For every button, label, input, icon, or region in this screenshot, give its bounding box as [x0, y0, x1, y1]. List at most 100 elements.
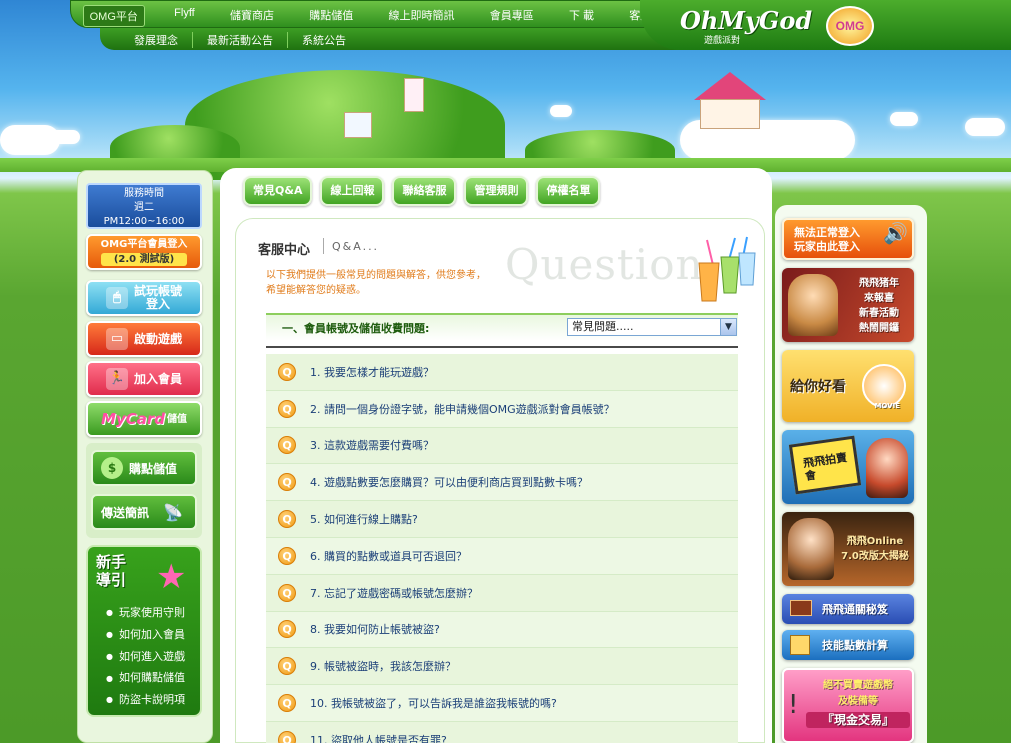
buy-points-button[interactable]: $ 購點儲值 [91, 450, 197, 486]
nav-instant-message[interactable]: 線上即時簡訊 [382, 5, 460, 27]
intro-line1: 以下我們提供一般常見的問題與解答，供您參考， [266, 270, 486, 281]
sub-nav-bar: 發展理念 最新活動公告 系統公告 [100, 28, 700, 50]
question-icon: Q [278, 436, 296, 455]
faq-question[interactable]: 6. 購買的點數或道具可否退回？ [310, 548, 467, 564]
chevron-down-icon[interactable]: ▼ [720, 319, 736, 335]
nav-member-area[interactable]: 會員專區 [484, 5, 540, 27]
platform-login-version: (2.0 測試版) [100, 253, 188, 266]
faq-item[interactable]: Q 1. 我要怎樣才能玩遊戲？ [266, 354, 738, 391]
section-divider [266, 346, 738, 348]
platform-login-button[interactable]: OMG平台會員登入 (2.0 測試版) [86, 234, 202, 270]
character-portrait [788, 518, 834, 580]
start-game-button[interactable]: ▭ 啟動遊戲 [86, 321, 202, 357]
page-title: 客服中心 [258, 243, 311, 258]
guide-item-anti-theft[interactable]: 防盜卡說明項 [106, 689, 185, 711]
faq-question[interactable]: 4. 遊戲點數要怎麼購買？可以由便利商店買到點數卡嗎？ [310, 474, 588, 490]
speaker-icon: 🔊 [883, 221, 908, 245]
running-person-icon: 🏃 [105, 368, 128, 390]
update-reveal-banner[interactable]: 飛飛Online 7.0改版大揭秘 [782, 512, 914, 586]
auction-banner[interactable]: 飛飛拍賣會 [782, 430, 914, 504]
monitor-icon: ▭ [105, 328, 128, 350]
no-cash-trade-banner[interactable]: ! 絕不買賣遊戲幣 及裝備等 『現金交易』 [782, 668, 914, 743]
faq-item[interactable]: Q 10. 我帳號被盜了，可以告訴我是誰盜我帳號的嗎? [266, 685, 738, 722]
banner1-line1: 飛飛猪年 [859, 278, 899, 289]
book-icon [790, 600, 812, 616]
nav-flyff[interactable]: Flyff [168, 5, 201, 27]
movie-banner[interactable]: 給你好看 MOVIE [782, 350, 914, 422]
tab-faq[interactable]: 常見Q&A [243, 176, 313, 206]
platform-login-label: OMG平台會員登入 [100, 239, 188, 250]
faq-question[interactable]: 9. 帳號被盜時，我該怎麼辦？ [310, 658, 456, 674]
walkthrough-button[interactable]: 飛飛通關秘笈 [782, 594, 914, 624]
question-icon: Q [278, 620, 296, 639]
mycard-button[interactable]: MyCard 儲值 [86, 401, 202, 437]
brand-subtitle: 遊戲派對 [704, 36, 741, 46]
send-message-button[interactable]: 傳送簡訊 📡 [91, 494, 197, 530]
question-icon: Q [278, 473, 296, 492]
subnav-latest-events[interactable]: 最新活動公告 [193, 32, 288, 48]
skill-calculator-button[interactable]: 技能點數計算 [782, 630, 914, 660]
omg-logo-badge: OMG [826, 6, 874, 46]
faq-item[interactable]: Q 4. 遊戲點數要怎麼購買？可以由便利商店買到點數卡嗎？ [266, 464, 738, 502]
guide-item-join[interactable]: 如何加入會員 [106, 624, 185, 646]
start-game-label: 啟動遊戲 [133, 331, 182, 346]
service-time-title: 服務時間 [124, 188, 164, 199]
faq-item[interactable]: Q 2. 請問一個身份證字號，能申請幾個OMG遊戲派對會員帳號？ [266, 390, 738, 428]
faq-question[interactable]: 10. 我帳號被盜了，可以告訴我是誰盜我帳號的嗎? [310, 695, 557, 711]
guide-item-enter-game[interactable]: 如何進入遊戲 [106, 646, 185, 668]
nav-buy-points[interactable]: 購點儲值 [303, 5, 359, 27]
faq-question[interactable]: 11. 盜取他人帳號是否有罪? [310, 732, 447, 743]
question-icon: Q [278, 657, 296, 676]
breadcrumb: Q&A... [332, 240, 380, 253]
tab-ban-list[interactable]: 停權名單 [536, 176, 601, 206]
service-time-box: 服務時間 週二 PM12:00~16:00 [86, 183, 202, 229]
guide-title: 新手 導引 [96, 553, 126, 589]
faq-question[interactable]: 8. 我要如何防止帳號被盜? [310, 621, 440, 637]
nav-download[interactable]: 下 載 [563, 5, 600, 27]
question-watermark: Question [505, 240, 704, 289]
banner7-line1: 絕不買賣遊戲幣 [823, 680, 893, 691]
new-year-event-banner[interactable]: 飛飛猪年 來報喜 新春活動 熱鬧開鑼 [782, 268, 914, 342]
faq-item[interactable]: Q 6. 購買的點數或道具可否退回？ [266, 537, 738, 575]
tab-online-report[interactable]: 線上回報 [320, 176, 385, 206]
subnav-system-notice[interactable]: 系統公告 [288, 32, 360, 48]
nav-shop[interactable]: 儲寶商店 [224, 5, 280, 27]
faq-question[interactable]: 5. 如何進行線上購點? [310, 511, 418, 527]
login-issue-button[interactable]: 無法正常登入 玩家由此登入 🔊 [782, 218, 914, 260]
faq-item[interactable]: Q 11. 盜取他人帳號是否有罪? [266, 721, 738, 743]
faq-item[interactable]: Q 9. 帳號被盜時，我該怎麼辦？ [266, 648, 738, 686]
guide-title-line1: 新手 [96, 553, 127, 571]
breadcrumb-divider [323, 238, 324, 254]
banner7-line2: 及裝備等 [838, 696, 878, 707]
faq-item[interactable]: Q 7. 忘記了遊戲密碼或帳號怎麼辦？ [266, 574, 738, 612]
faq-item[interactable]: Q 5. 如何進行線上購點? [266, 501, 738, 538]
faq-category-select[interactable]: 常見問題..... ▼ [567, 318, 737, 336]
faq-item[interactable]: Q 8. 我要如何防止帳號被盜? [266, 611, 738, 649]
join-member-label: 加入會員 [133, 371, 182, 386]
faq-question[interactable]: 3. 這款遊戲需要付費嗎？ [310, 437, 434, 453]
trial-account-button[interactable]: 🖱 試玩帳號 登入 [86, 280, 202, 316]
guide-item-rules[interactable]: 玩家使用守則 [106, 602, 185, 624]
subnav-philosophy[interactable]: 發展理念 [120, 32, 193, 48]
nav-omg-platform[interactable]: OMG平台 [82, 5, 145, 27]
faq-question[interactable]: 1. 我要怎樣才能玩遊戲？ [310, 364, 434, 380]
banner5-text: 飛飛通關秘笈 [822, 603, 888, 616]
tab-contact[interactable]: 聯絡客服 [392, 176, 457, 206]
question-icon: Q [278, 694, 296, 713]
question-icon: Q [278, 730, 296, 743]
service-time-hours: PM12:00~16:00 [103, 216, 185, 227]
faq-question[interactable]: 2. 請問一個身份證字號，能申請幾個OMG遊戲派對會員帳號？ [310, 401, 615, 417]
question-icon: Q [278, 510, 296, 529]
join-member-button[interactable]: 🏃 加入會員 [86, 361, 202, 397]
guide-item-buy-points[interactable]: 如何購點儲值 [106, 667, 185, 689]
faq-item[interactable]: Q 3. 這款遊戲需要付費嗎？ [266, 427, 738, 465]
tab-rules[interactable]: 管理規則 [464, 176, 529, 206]
mycard-brand: MyCard [101, 409, 165, 428]
brand-logo[interactable]: OhMyGod [680, 6, 812, 35]
banner1-line2: 來報喜 [864, 293, 894, 304]
top-nav: OMG平台 Flyff 儲寶商店 購點儲值 線上即時簡訊 會員專區 下 載 客服… [71, 5, 691, 27]
faq-question[interactable]: 7. 忘記了遊戲密碼或帳號怎麼辦？ [310, 585, 478, 601]
drink-cups-icon [698, 236, 756, 302]
faq-list: Q 1. 我要怎樣才能玩遊戲？ Q 2. 請問一個身份證字號，能申請幾個OMG遊戲派… [266, 354, 738, 743]
question-icon: Q [278, 583, 296, 602]
